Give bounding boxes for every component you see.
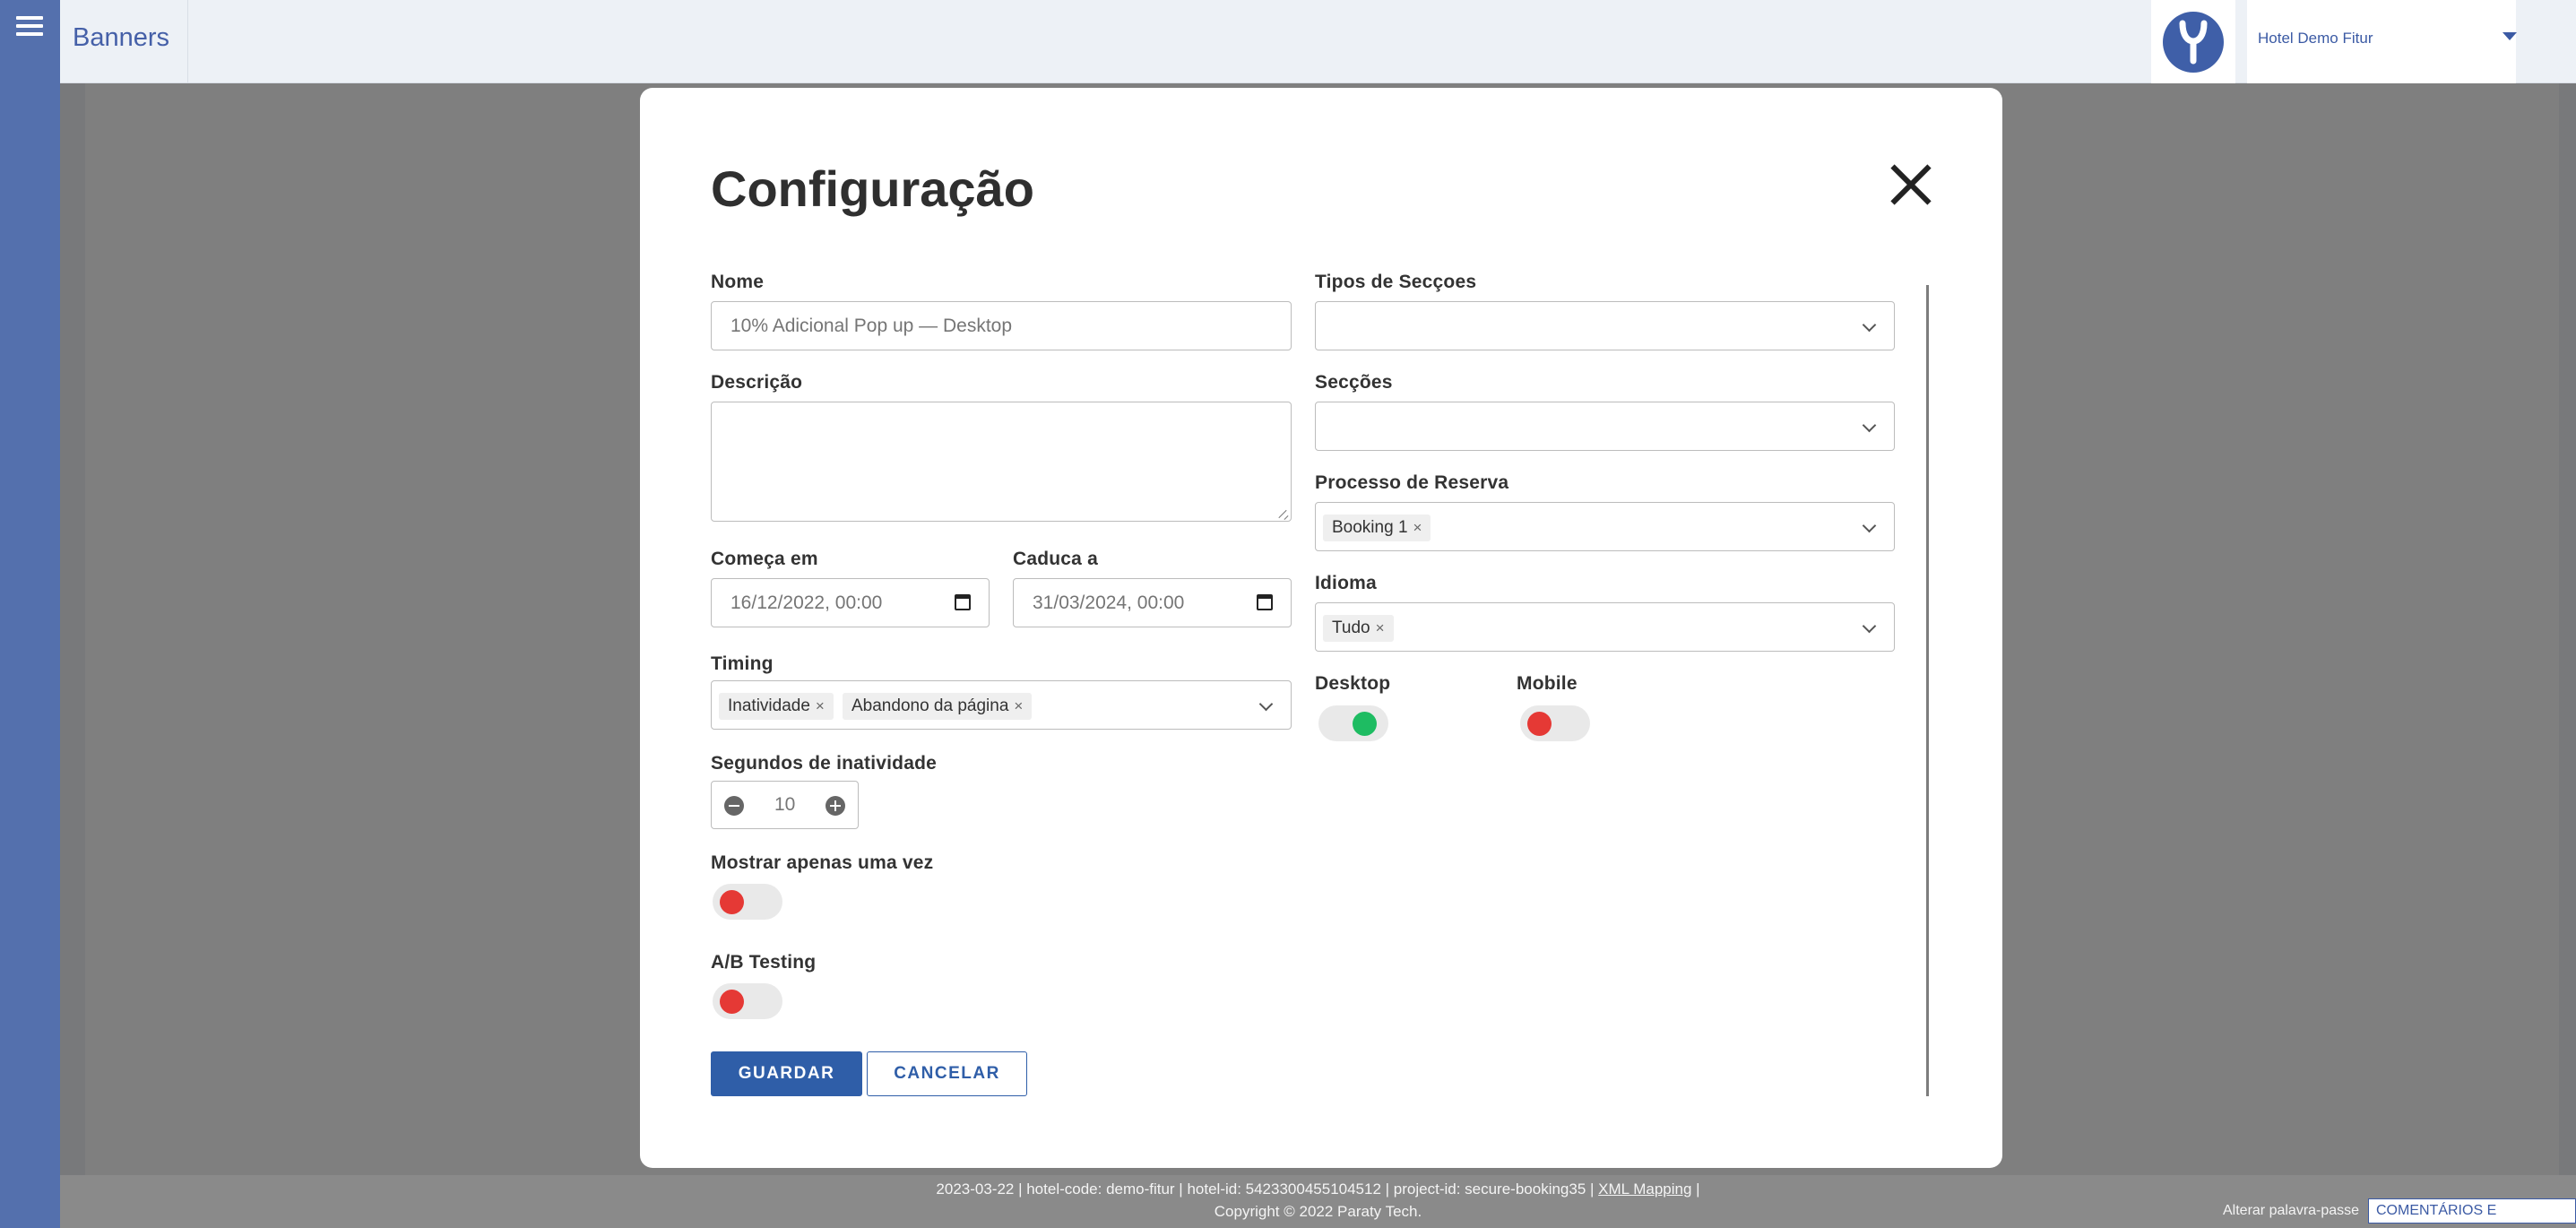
chevron-down-icon[interactable] — [1862, 418, 1877, 433]
support-button[interactable]: COMENTÁRIOS E SUPORTE — [2368, 1198, 2576, 1228]
toggle-knob — [1527, 712, 1552, 736]
nome-label: Nome — [711, 272, 765, 292]
processo-chip: Booking 1 × — [1323, 515, 1431, 541]
hotel-name: Hotel Demo Fitur — [2258, 30, 2373, 47]
chevron-down-icon[interactable] — [1862, 317, 1877, 333]
resize-handle[interactable] — [1278, 508, 1289, 519]
desktop-label: Desktop — [1315, 673, 1391, 694]
copyright: Copyright © 2022 Paraty Tech. — [1214, 1203, 1422, 1220]
footer-info-text: 2023-03-22 | hotel-code: demo-fitur | ho… — [936, 1180, 1595, 1198]
footer: 2023-03-22 | hotel-code: demo-fitur | ho… — [60, 1175, 2576, 1228]
chip-remove-icon[interactable]: × — [1014, 697, 1023, 714]
chip-remove-icon[interactable]: × — [1376, 619, 1385, 636]
seccoes-label: Secções — [1315, 372, 1393, 393]
footer-info: 2023-03-22 | hotel-code: demo-fitur | ho… — [60, 1180, 2576, 1198]
tipos-select[interactable] — [1315, 301, 1895, 350]
caduca-date-input[interactable]: 31/03/2024, 00:00 — [1013, 578, 1292, 627]
chevron-down-icon[interactable] — [2503, 32, 2517, 40]
idioma-label: Idioma — [1315, 573, 1377, 593]
toggle-knob — [720, 990, 744, 1014]
processo-label: Processo de Reserva — [1315, 472, 1509, 493]
comeca-label: Começa em — [711, 549, 818, 569]
segundos-stepper[interactable]: 10 — [711, 781, 859, 829]
desktop-toggle[interactable] — [1318, 705, 1388, 741]
chip-remove-icon[interactable]: × — [1413, 519, 1422, 536]
change-password-link[interactable]: Alterar palavra-passe — [2223, 1203, 2359, 1219]
ab-testing-toggle[interactable] — [713, 983, 782, 1019]
idioma-select[interactable]: Tudo × — [1315, 602, 1895, 652]
paraty-logo-icon — [2163, 11, 2224, 73]
seccoes-select[interactable] — [1315, 402, 1895, 451]
caduca-label: Caduca a — [1013, 549, 1098, 569]
cancel-button[interactable]: CANCELAR — [867, 1051, 1027, 1096]
nome-input[interactable]: 10% Adicional Pop up — Desktop — [711, 301, 1292, 350]
chip-label: Tudo — [1332, 618, 1370, 637]
comeca-value: 16/12/2022, 00:00 — [730, 592, 883, 613]
chip-remove-icon[interactable]: × — [816, 697, 825, 714]
idioma-chip: Tudo × — [1323, 615, 1394, 642]
chip-label: Abandono da página — [851, 696, 1009, 715]
chevron-down-icon[interactable] — [1862, 518, 1877, 533]
divider — [187, 0, 188, 83]
segundos-value[interactable]: 10 — [774, 794, 795, 816]
calendar-icon[interactable] — [955, 594, 971, 610]
hotel-selector[interactable]: Hotel Demo Fitur — [2247, 0, 2516, 83]
chevron-down-icon[interactable] — [1862, 618, 1877, 634]
timing-label: Timing — [711, 653, 774, 674]
footer-info-end: | — [1696, 1180, 1700, 1198]
chevron-down-icon[interactable] — [1258, 696, 1274, 712]
toggle-knob — [720, 890, 744, 914]
timing-chip: Inatividade × — [719, 693, 834, 720]
scrollbar[interactable] — [1926, 285, 1929, 1096]
chip-label: Booking 1 — [1332, 518, 1408, 537]
caduca-value: 31/03/2024, 00:00 — [1033, 592, 1185, 613]
mostrar-toggle[interactable] — [713, 884, 782, 920]
logo-container — [2151, 0, 2235, 83]
descricao-label: Descrição — [711, 372, 803, 393]
comeca-date-input[interactable]: 16/12/2022, 00:00 — [711, 578, 990, 627]
modal-title: Configuração — [711, 160, 1034, 217]
mobile-toggle[interactable] — [1520, 705, 1590, 741]
side-rail — [0, 0, 60, 1228]
minus-icon[interactable] — [724, 796, 744, 816]
close-icon[interactable] — [1889, 163, 1932, 206]
chip-label: Inatividade — [728, 696, 810, 715]
processo-select[interactable]: Booking 1 × — [1315, 502, 1895, 551]
plus-icon[interactable] — [826, 796, 845, 816]
calendar-icon[interactable] — [1257, 594, 1273, 610]
ab-testing-label: A/B Testing — [711, 952, 817, 973]
timing-chip: Abandono da página × — [843, 693, 1033, 720]
page-title: Banners — [73, 23, 170, 52]
toggle-knob — [1353, 712, 1377, 736]
tipos-label: Tipos de Secçoes — [1315, 272, 1477, 292]
mostrar-label: Mostrar apenas uma vez — [711, 852, 934, 873]
timing-select[interactable]: Inatividade × Abandono da página × — [711, 680, 1292, 730]
xml-mapping-link[interactable]: XML Mapping — [1598, 1180, 1691, 1198]
menu-icon[interactable] — [16, 16, 43, 38]
nome-placeholder: 10% Adicional Pop up — Desktop — [730, 316, 1013, 336]
config-modal: Configuração Nome 10% Adicional Pop up —… — [640, 88, 2002, 1168]
save-button[interactable]: GUARDAR — [711, 1051, 862, 1096]
descricao-textarea[interactable] — [711, 402, 1292, 522]
mobile-label: Mobile — [1517, 673, 1578, 694]
segundos-label: Segundos de inatividade — [711, 753, 937, 774]
